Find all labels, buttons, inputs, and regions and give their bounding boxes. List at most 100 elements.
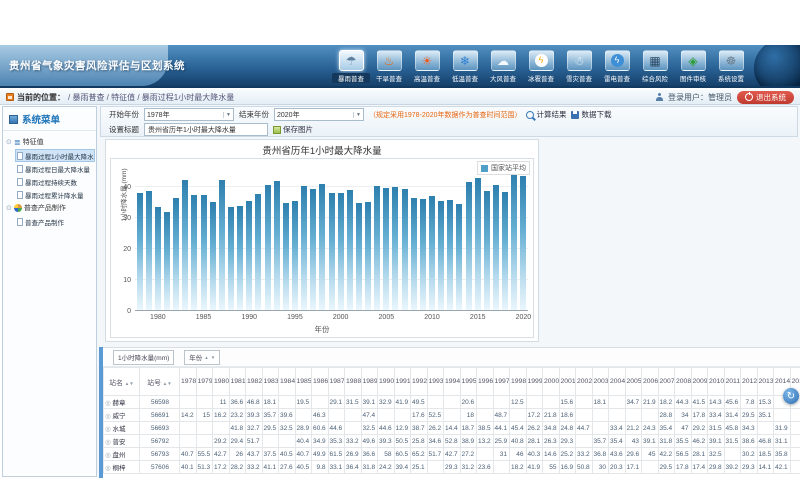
year-col-header[interactable]: 2004 bbox=[609, 368, 626, 396]
chart-title-input[interactable]: 贵州省历年1小时最大降水量 bbox=[144, 123, 268, 136]
year-col-header[interactable]: 1992 bbox=[411, 368, 428, 396]
bar-2013 bbox=[456, 204, 462, 310]
sidebar-item[interactable]: 暴雨过程1小时最大降水量 bbox=[15, 149, 95, 162]
year-col-header[interactable]: 2002 bbox=[576, 368, 593, 396]
year-col-header[interactable]: 1997 bbox=[493, 368, 510, 396]
nav-item-map-review[interactable]: ◈图件审核 bbox=[674, 50, 712, 83]
expand-row-icon[interactable]: ◎ bbox=[105, 400, 111, 407]
year-col-header[interactable]: 1993 bbox=[427, 368, 444, 396]
calculate-label: 计算结果 bbox=[536, 109, 566, 120]
bar-2007 bbox=[402, 189, 408, 310]
year-col-header[interactable]: 2007 bbox=[658, 368, 675, 396]
power-icon bbox=[745, 93, 753, 101]
nav-item-hail[interactable]: ϟ冰雹普查 bbox=[522, 50, 560, 83]
year-col-header[interactable]: 1996 bbox=[477, 368, 494, 396]
year-col-header[interactable]: 1994 bbox=[444, 368, 461, 396]
year-col-header[interactable]: 1990 bbox=[378, 368, 395, 396]
app-title: 贵州省气象灾害风险评估与区划系统 bbox=[9, 58, 185, 73]
nav-item-wind[interactable]: ☁大风普查 bbox=[484, 50, 522, 83]
end-year-select[interactable]: 2020年 ▼ bbox=[274, 108, 364, 121]
year-col-header[interactable]: 1988 bbox=[345, 368, 362, 396]
year-col-header[interactable]: 1991 bbox=[394, 368, 411, 396]
value-cell: 60.5 bbox=[394, 448, 411, 461]
download-button[interactable]: 数据下载 bbox=[571, 109, 611, 120]
unit-button[interactable]: 1小时降水量(mm) bbox=[113, 350, 174, 365]
year-sort-control[interactable]: 年份 ▲ ▼ bbox=[184, 350, 220, 365]
value-cell: 35.7 bbox=[592, 435, 609, 448]
value-cell bbox=[790, 409, 800, 422]
year-col-header[interactable]: 1980 bbox=[213, 368, 230, 396]
calculate-button[interactable]: 计算结果 bbox=[526, 109, 566, 120]
expand-row-icon[interactable]: ◎ bbox=[105, 465, 111, 472]
value-cell: 46.8 bbox=[757, 435, 774, 448]
year-col-header[interactable]: 1978 bbox=[180, 368, 197, 396]
sidebar-item[interactable]: 暴雨过程日最大降水量 bbox=[15, 162, 95, 175]
station-col-header[interactable]: 站名 ▲▼ bbox=[104, 368, 140, 396]
year-col-header[interactable]: 2010 bbox=[708, 368, 725, 396]
year-col-header[interactable]: 2013 bbox=[757, 368, 774, 396]
nav-item-drought[interactable]: ♨干旱普查 bbox=[370, 50, 408, 83]
year-col-header[interactable]: 1985 bbox=[295, 368, 312, 396]
list-icon: ≣ bbox=[14, 138, 21, 147]
filter-toolbar: 开始年份 1978年 ▼ 结束年份 2020年 ▼ （规定采用1978-2020… bbox=[100, 106, 798, 137]
year-col-header[interactable]: 1989 bbox=[361, 368, 378, 396]
year-col-header[interactable]: 2011 bbox=[724, 368, 741, 396]
year-col-header[interactable]: 2009 bbox=[691, 368, 708, 396]
rainstorm-icon: ☂ bbox=[339, 50, 364, 71]
value-cell: 15.6 bbox=[559, 396, 576, 409]
value-cell bbox=[790, 448, 800, 461]
year-col-header[interactable]: 2008 bbox=[675, 368, 692, 396]
year-col-header[interactable]: 2005 bbox=[625, 368, 642, 396]
year-col-header[interactable]: 1987 bbox=[328, 368, 345, 396]
bar-1990 bbox=[246, 201, 252, 310]
year-col-header[interactable]: 1995 bbox=[460, 368, 477, 396]
logout-button[interactable]: 退出系统 bbox=[737, 91, 794, 104]
nav-item-comprehensive-risk[interactable]: ▦综合风险 bbox=[636, 50, 674, 83]
start-year-select[interactable]: 1978年 ▼ bbox=[144, 108, 234, 121]
nav-item-lightning[interactable]: ϟ雷电普查 bbox=[598, 50, 636, 83]
value-cell: 21.2 bbox=[625, 422, 642, 435]
sidebar-item[interactable]: 普查产品制作 bbox=[15, 215, 95, 228]
expand-row-icon[interactable]: ◎ bbox=[105, 439, 111, 446]
tree-group[interactable]: ⊙≣特征值 bbox=[4, 135, 95, 149]
nav-item-low-temp[interactable]: ❄低温普查 bbox=[446, 50, 484, 83]
sort-asc-icon[interactable]: ▲ bbox=[204, 355, 208, 360]
year-col-header[interactable]: 1998 bbox=[510, 368, 527, 396]
tree-group[interactable]: ⊙普查产品制作 bbox=[4, 201, 95, 215]
sidebar-item[interactable]: 暴雨过程持续天数 bbox=[15, 175, 95, 188]
year-col-header[interactable]: 1984 bbox=[279, 368, 296, 396]
value-cell bbox=[427, 461, 444, 474]
year-col-header[interactable]: 1982 bbox=[246, 368, 263, 396]
year-col-header[interactable]: 2001 bbox=[559, 368, 576, 396]
breadcrumb-path[interactable]: / 暴雨普查 / 特征值 / 暴雨过程1小时最大降水量 bbox=[68, 92, 234, 103]
nav-item-high-temp[interactable]: ☀高温普查 bbox=[408, 50, 446, 83]
nav-item-system-settings[interactable]: ☸系统设置 bbox=[712, 50, 750, 83]
expand-row-icon[interactable]: ◎ bbox=[105, 426, 111, 433]
year-col-header[interactable]: 2006 bbox=[642, 368, 659, 396]
value-cell bbox=[345, 409, 362, 422]
filter-icon[interactable]: ▼ bbox=[211, 355, 215, 360]
value-cell: 36.6 bbox=[229, 396, 246, 409]
expand-row-icon[interactable]: ◎ bbox=[105, 413, 111, 420]
nav-item-snow[interactable]: ☃雪灾普查 bbox=[560, 50, 598, 83]
x-tick-label: 1995 bbox=[287, 314, 303, 321]
sidebar-item[interactable]: 暴雨过程累计降水量 bbox=[15, 188, 95, 201]
year-col-header[interactable]: 1983 bbox=[262, 368, 279, 396]
value-cell bbox=[642, 461, 659, 474]
id-col-header[interactable]: 站号 ▲▼ bbox=[140, 368, 180, 396]
refresh-float-button[interactable]: ↻ bbox=[783, 388, 799, 404]
year-col-header[interactable]: 2003 bbox=[592, 368, 609, 396]
value-cell: 30.2 bbox=[741, 448, 758, 461]
year-col-header[interactable]: 1981 bbox=[229, 368, 246, 396]
value-cell: 17.1 bbox=[625, 461, 642, 474]
nav-item-rainstorm[interactable]: ☂暴雨普查 bbox=[332, 50, 370, 83]
year-col-header[interactable]: 2000 bbox=[543, 368, 560, 396]
year-col-header[interactable]: 1986 bbox=[312, 368, 329, 396]
save-image-button[interactable]: 保存图片 bbox=[273, 124, 313, 135]
expand-row-icon[interactable]: ◎ bbox=[105, 452, 111, 459]
sidebar: 系统菜单 ⊙≣特征值暴雨过程1小时最大降水量暴雨过程日最大降水量暴雨过程持续天数… bbox=[2, 106, 97, 477]
year-col-header[interactable]: 2012 bbox=[741, 368, 758, 396]
year-col-header[interactable]: 1999 bbox=[526, 368, 543, 396]
value-cell bbox=[378, 409, 395, 422]
year-col-header[interactable]: 1979 bbox=[196, 368, 213, 396]
